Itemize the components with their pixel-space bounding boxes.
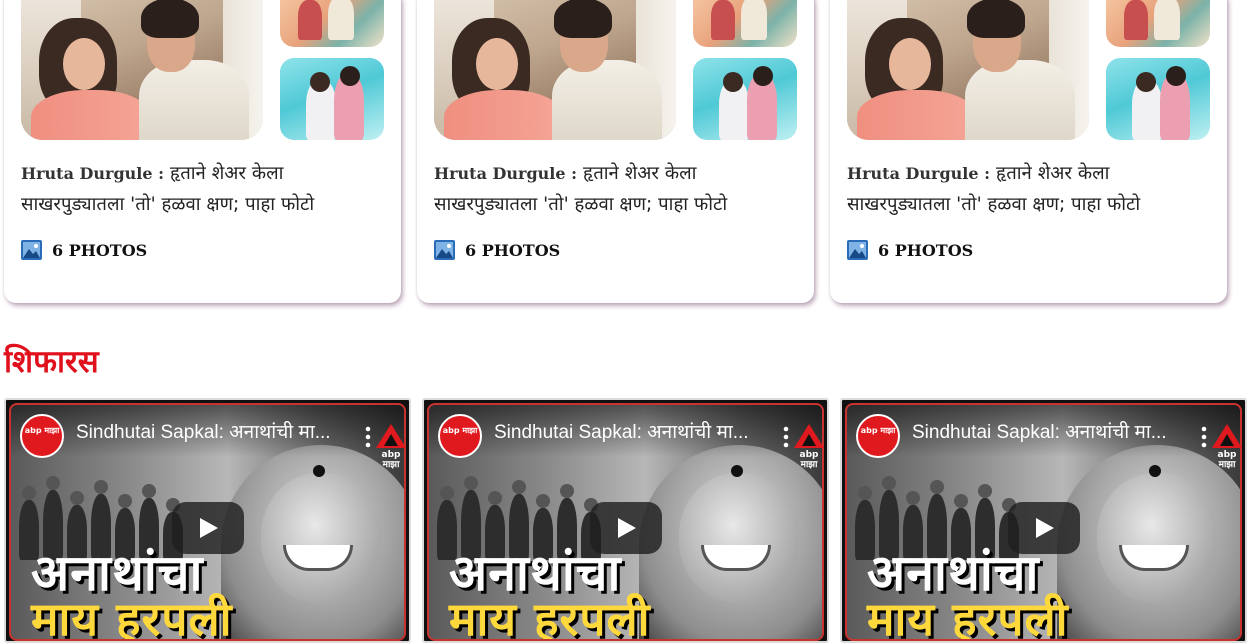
gallery-thumb-photo[interactable] [1106, 58, 1210, 140]
video-title-link[interactable]: Sindhutai Sapkal: अनाथांची मा... [912, 420, 1187, 446]
channel-avatar[interactable]: abp माझा [438, 414, 482, 458]
gallery-card[interactable]: Hruta Durgule : हृताने शेअर केला साखरपुड… [4, 0, 401, 303]
channel-avatar[interactable]: abp माझा [856, 414, 900, 458]
gallery-card[interactable]: Hruta Durgule : हृताने शेअर केला साखरपुड… [417, 0, 814, 303]
photos-icon [847, 240, 868, 260]
photo-gallery-row: Hruta Durgule : हृताने शेअर केला साखरपुड… [0, 0, 1250, 310]
gallery-thumb-photo[interactable] [693, 0, 797, 47]
gallery-card-title[interactable]: Hruta Durgule : हृताने शेअर केला साखरपुड… [434, 158, 804, 220]
photos-count-row: 6 PHOTOS [434, 239, 560, 261]
thumbnail-headline-line2: माय हरपली [867, 592, 1069, 641]
more-vert-icon[interactable] [364, 426, 372, 448]
gallery-main-photo[interactable] [21, 0, 263, 140]
thumbnail-headline-line2: माय हरपली [449, 592, 651, 641]
gallery-card-title-name: Hruta Durgule : [21, 164, 164, 183]
gallery-main-photo[interactable] [434, 0, 676, 140]
brand-label: abp माझा [799, 450, 819, 470]
gallery-card-title[interactable]: Hruta Durgule : हृताने शेअर केला साखरपुड… [21, 158, 391, 220]
thumbnail-headline-line2: माय हरपली [31, 592, 233, 641]
video-title-link[interactable]: Sindhutai Sapkal: अनाथांची मा... [494, 420, 769, 446]
photos-count-label: 6 PHOTOS [465, 240, 561, 260]
gallery-thumb-photo[interactable] [280, 58, 384, 140]
gallery-card-title-name: Hruta Durgule : [847, 164, 990, 183]
video-title-link[interactable]: Sindhutai Sapkal: अनाथांची मा... [76, 420, 351, 446]
photos-count-label: 6 PHOTOS [52, 240, 148, 260]
play-icon [1036, 518, 1054, 538]
brand-label: abp माझा [381, 450, 401, 470]
photos-count-row: 6 PHOTOS [847, 239, 973, 261]
photos-count-label: 6 PHOTOS [878, 240, 974, 260]
photos-icon [21, 240, 42, 260]
play-icon [618, 518, 636, 538]
more-vert-icon[interactable] [1200, 426, 1208, 448]
gallery-thumb-photo[interactable] [1106, 0, 1210, 47]
video-embed[interactable]: अनाथांचा माय हरपली abp माझा Sindhutai Sa… [4, 398, 411, 643]
brand-label: abp माझा [1217, 450, 1237, 470]
gallery-card[interactable]: Hruta Durgule : हृताने शेअर केला साखरपुड… [830, 0, 1227, 303]
gallery-card-title[interactable]: Hruta Durgule : हृताने शेअर केला साखरपुड… [847, 158, 1217, 220]
gallery-card-title-name: Hruta Durgule : [434, 164, 577, 183]
gallery-thumb-photo[interactable] [693, 58, 797, 140]
play-button[interactable] [172, 502, 244, 554]
gallery-main-photo[interactable] [847, 0, 1089, 140]
video-embed[interactable]: अनाथांचा माय हरपली abp माझा Sindhutai Sa… [840, 398, 1247, 643]
photos-icon [434, 240, 455, 260]
play-button[interactable] [1008, 502, 1080, 554]
play-button[interactable] [590, 502, 662, 554]
recommendations-heading: शिफारस [4, 344, 99, 380]
channel-avatar[interactable]: abp माझा [20, 414, 64, 458]
photos-count-row: 6 PHOTOS [21, 239, 147, 261]
recommended-videos-row: अनाथांचा माय हरपली abp माझा Sindhutai Sa… [0, 398, 1250, 643]
more-vert-icon[interactable] [782, 426, 790, 448]
video-embed[interactable]: अनाथांचा माय हरपली abp माझा Sindhutai Sa… [422, 398, 829, 643]
play-icon [200, 518, 218, 538]
gallery-thumb-photo[interactable] [280, 0, 384, 47]
